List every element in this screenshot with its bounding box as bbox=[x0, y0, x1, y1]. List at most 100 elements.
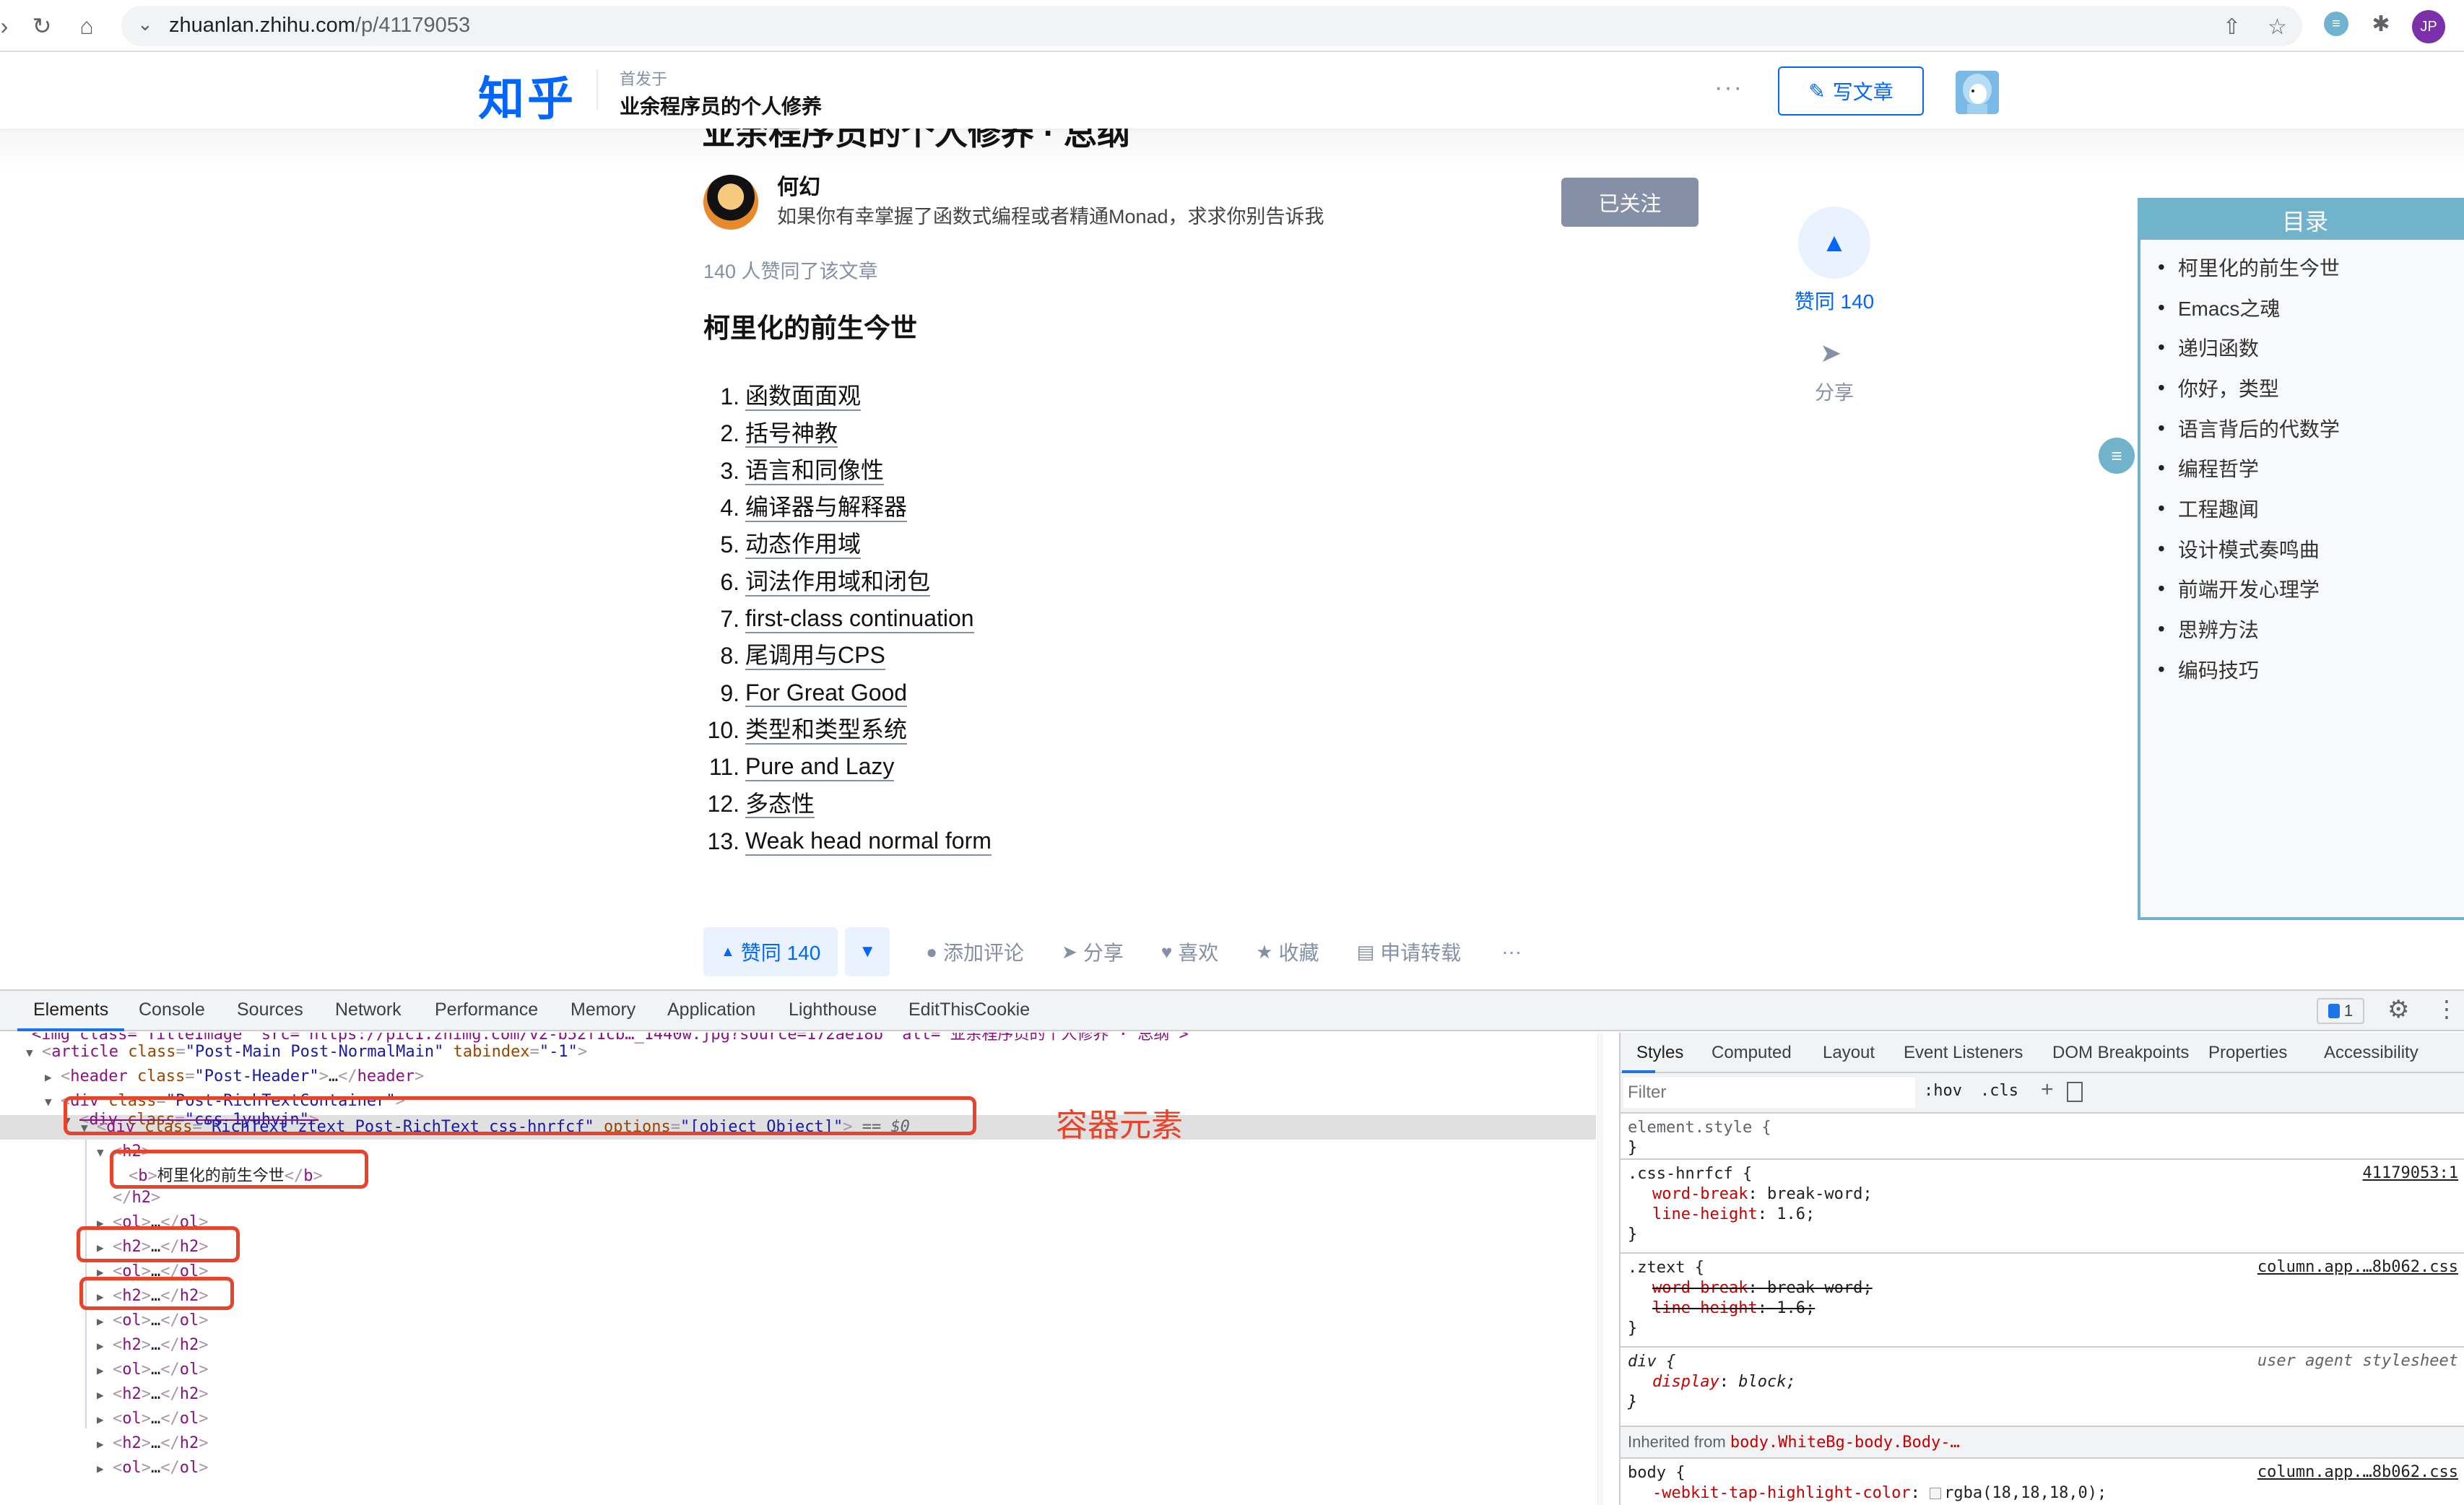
rule-selector[interactable]: .css-hnrfcf { bbox=[1628, 1165, 1752, 1183]
expanded-triangle-icon[interactable]: ▼ bbox=[26, 1041, 42, 1065]
bookmark-star-icon[interactable]: ☆ bbox=[2268, 14, 2287, 40]
dom-node-h2-collapsed[interactable]: ▶ <h2>…</h2> bbox=[97, 1382, 209, 1407]
tab-computed[interactable]: Computed bbox=[1712, 1043, 1792, 1063]
catalog-toggle-button[interactable]: ≡ bbox=[2099, 438, 2135, 474]
toc-link[interactable]: 函数面面观 bbox=[745, 383, 862, 412]
prop-value[interactable]: 1.6; bbox=[1777, 1205, 1815, 1223]
dom-node-ol-collapsed[interactable]: ▶ <ol>…</ol> bbox=[97, 1456, 209, 1480]
tab-accessibility[interactable]: Accessibility bbox=[2324, 1043, 2419, 1063]
toc-link[interactable]: 编译器与解释器 bbox=[745, 494, 908, 522]
collect-button[interactable]: ★ 收藏 bbox=[1256, 937, 1319, 966]
collapsed-triangle-icon[interactable]: ▶ bbox=[97, 1334, 113, 1358]
tab-editthiscookie[interactable]: EditThisCookie bbox=[908, 999, 1030, 1020]
rule-source-link[interactable]: column.app.…8b062.css bbox=[2257, 1258, 2458, 1276]
toc-link[interactable]: 多态性 bbox=[745, 791, 815, 819]
tab-console[interactable]: Console bbox=[139, 999, 205, 1020]
gear-icon[interactable]: ⚙ bbox=[2387, 995, 2409, 1024]
collapsed-triangle-icon[interactable]: ▶ bbox=[97, 1309, 113, 1334]
toc-link[interactable]: 尾调用与CPS bbox=[745, 642, 885, 671]
elements-scrollbar[interactable] bbox=[1597, 1033, 1603, 1505]
catalog-item[interactable]: 设计模式奏鸣曲 bbox=[2158, 529, 2464, 569]
catalog-item[interactable]: 编码技巧 bbox=[2158, 649, 2464, 690]
toc-link[interactable]: 括号神教 bbox=[745, 420, 838, 448]
reload-icon[interactable]: ↻ bbox=[26, 10, 58, 42]
prop-name[interactable]: word-break bbox=[1628, 1185, 1748, 1203]
tab-properties[interactable]: Properties bbox=[2208, 1043, 2287, 1063]
issues-badge[interactable]: 1 bbox=[2317, 998, 2364, 1024]
follow-button[interactable]: 已关注 bbox=[1561, 178, 1699, 227]
url-text[interactable]: zhuanlan.zhihu.com/p/41179053 bbox=[169, 14, 470, 38]
write-article-button[interactable]: ✎ 写文章 bbox=[1778, 66, 1924, 116]
new-rule-plus-icon[interactable]: + bbox=[2041, 1077, 2054, 1102]
home-icon[interactable]: ⌂ bbox=[71, 10, 103, 42]
extension-catalog-icon[interactable]: ≡ bbox=[2324, 12, 2348, 36]
rule-source-link[interactable]: column.app.…8b062.css bbox=[2257, 1463, 2458, 1481]
toc-link[interactable]: Pure and Lazy bbox=[745, 753, 895, 782]
zhihu-logo[interactable]: 知乎 bbox=[478, 62, 576, 129]
share-icon[interactable]: ⇧ bbox=[2223, 14, 2241, 40]
rule-selector[interactable]: body { bbox=[1628, 1464, 1685, 1482]
forward-icon[interactable]: › bbox=[0, 10, 20, 42]
dom-node-header[interactable]: ▶ <header class="Post-Header">…</header> bbox=[45, 1064, 424, 1089]
side-vote-button[interactable]: ▲ bbox=[1798, 207, 1870, 279]
tab-elements[interactable]: Elements bbox=[33, 999, 108, 1020]
inherited-selector-link[interactable]: body.WhiteBg-body.Body-… bbox=[1730, 1434, 1960, 1452]
repost-button[interactable]: ▤ 申请转载 bbox=[1357, 937, 1462, 966]
class-toggle[interactable]: .cls bbox=[1980, 1082, 2018, 1100]
paper-plane-icon[interactable]: ➤ bbox=[1820, 338, 1842, 368]
prop-name-overridden[interactable]: word-break bbox=[1628, 1279, 1748, 1297]
prop-name-overridden[interactable]: line-height bbox=[1628, 1299, 1758, 1317]
dom-node-ol-collapsed[interactable]: ▶ <ol>…</ol> bbox=[97, 1407, 209, 1431]
collapsed-triangle-icon[interactable]: ▶ bbox=[45, 1065, 61, 1090]
dom-node-ol-collapsed[interactable]: ▶ <ol>…</ol> bbox=[97, 1309, 209, 1333]
side-vote-label[interactable]: 赞同 140 bbox=[1784, 286, 1885, 315]
tab-event-listeners[interactable]: Event Listeners bbox=[1904, 1043, 2023, 1063]
comment-button[interactable]: ● 添加评论 bbox=[926, 937, 1024, 966]
catalog-item[interactable]: Emacs之魂 bbox=[2158, 287, 2464, 328]
tab-lighthouse[interactable]: Lighthouse bbox=[789, 999, 877, 1020]
catalog-item[interactable]: 语言背后的代数学 bbox=[2158, 408, 2464, 448]
toc-link[interactable]: 动态作用域 bbox=[745, 531, 862, 560]
tab-application[interactable]: Application bbox=[667, 999, 755, 1020]
kebab-menu-icon[interactable]: ⋮ bbox=[2435, 995, 2458, 1023]
site-info-chevron-icon[interactable]: ⌄ bbox=[137, 13, 153, 35]
puzzle-icon[interactable]: ✱ bbox=[2369, 12, 2393, 36]
collapsed-triangle-icon[interactable]: ▶ bbox=[97, 1457, 113, 1481]
toc-link[interactable]: 类型和类型系统 bbox=[745, 716, 908, 745]
prop-name[interactable]: -webkit-tap-highlight-color bbox=[1628, 1484, 1911, 1502]
prop-value[interactable]: rgba(18,18,18,0); bbox=[1944, 1484, 2107, 1502]
collapsed-triangle-icon[interactable]: ▶ bbox=[97, 1358, 113, 1383]
more-menu-icon[interactable]: ··· bbox=[1714, 74, 1743, 102]
author-name[interactable]: 何幻 bbox=[777, 169, 820, 201]
catalog-item[interactable]: 前端开发心理学 bbox=[2158, 569, 2464, 610]
collapsed-triangle-icon[interactable]: ▶ bbox=[97, 1408, 113, 1432]
dom-node-ol-collapsed[interactable]: ▶ <ol>…</ol> bbox=[97, 1358, 209, 1382]
catalog-item[interactable]: 编程哲学 bbox=[2158, 448, 2464, 488]
vote-down-button[interactable]: ▼ bbox=[845, 927, 890, 976]
user-avatar[interactable] bbox=[1956, 71, 1999, 114]
rule-selector[interactable]: element.style { bbox=[1628, 1119, 1771, 1137]
catalog-item[interactable]: 思辨方法 bbox=[2158, 609, 2464, 649]
catalog-item[interactable]: 柯里化的前生今世 bbox=[2158, 247, 2464, 287]
prop-name[interactable]: line-height bbox=[1628, 1205, 1758, 1223]
tab-layout[interactable]: Layout bbox=[1823, 1043, 1875, 1063]
dom-node-h2-collapsed[interactable]: ▶ <h2>…</h2> bbox=[97, 1431, 209, 1456]
catalog-item[interactable]: 工程趣闻 bbox=[2158, 488, 2464, 529]
author-avatar[interactable] bbox=[703, 175, 758, 230]
tab-sources[interactable]: Sources bbox=[237, 999, 303, 1020]
sidebar-toggle-icon[interactable] bbox=[2067, 1082, 2083, 1102]
column-name-link[interactable]: 业余程序员的个人修养 bbox=[620, 91, 822, 120]
styles-filter-input[interactable] bbox=[1623, 1077, 1915, 1108]
toc-link[interactable]: Weak head normal form bbox=[745, 828, 992, 856]
catalog-item[interactable]: 递归函数 bbox=[2158, 327, 2464, 368]
toc-link[interactable]: 词法作用域和闭包 bbox=[745, 568, 931, 597]
share-button[interactable]: ➤ 分享 bbox=[1062, 937, 1124, 966]
prop-value[interactable]: 1.6; bbox=[1777, 1299, 1815, 1317]
tab-styles[interactable]: Styles bbox=[1636, 1043, 1683, 1063]
dom-node-article[interactable]: ▼ <article class="Post-Main Post-NormalMa… bbox=[26, 1040, 587, 1064]
tab-dom-breakpoints[interactable]: DOM Breakpoints bbox=[2052, 1043, 2189, 1063]
rule-source-link[interactable]: 41179053:1 bbox=[2363, 1164, 2458, 1182]
dom-node-h2-close[interactable]: </h2> bbox=[113, 1186, 160, 1210]
side-share-label[interactable]: 分享 bbox=[1784, 377, 1885, 405]
profile-avatar[interactable]: JP bbox=[2412, 10, 2445, 43]
